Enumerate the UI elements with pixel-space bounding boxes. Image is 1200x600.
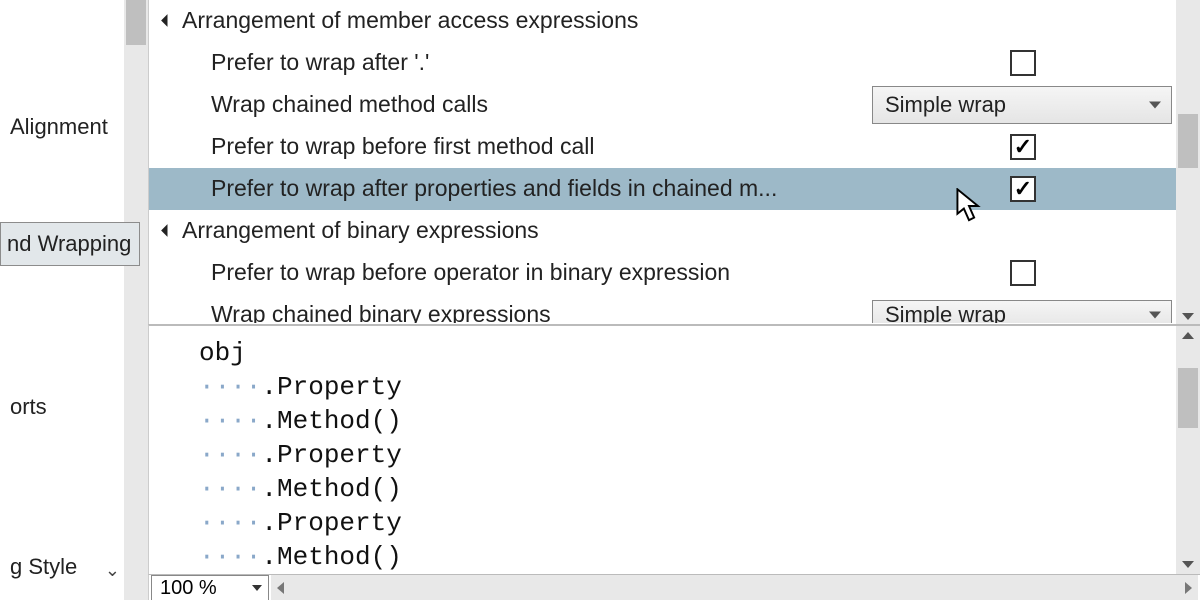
sidebar-item-wrapping[interactable]: nd Wrapping: [0, 222, 140, 266]
group-title: Arrangement of binary expressions: [182, 217, 1176, 244]
dropdown-wrap-chained-calls[interactable]: Simple wrap: [872, 86, 1172, 124]
scroll-right-icon[interactable]: [1185, 582, 1192, 594]
setting-row-wrap-after-dot[interactable]: Prefer to wrap after '.': [149, 42, 1176, 84]
setting-label: Prefer to wrap before operator in binary…: [211, 259, 1010, 286]
chevron-down-icon: [252, 585, 262, 591]
checkbox-wrap-before-operator[interactable]: [1010, 260, 1036, 286]
chevron-down-icon: [1149, 101, 1161, 108]
setting-label: Wrap chained method calls: [211, 91, 872, 118]
sidebar-item-label: g Style: [10, 554, 77, 579]
expand-icon: [161, 14, 174, 27]
setting-label: Prefer to wrap after properties and fiel…: [211, 175, 1010, 202]
setting-label: Prefer to wrap before first method call: [211, 133, 1010, 160]
scroll-down-icon[interactable]: [1182, 561, 1194, 568]
sidebar-item-label: orts: [10, 394, 47, 419]
sidebar-item-orts[interactable]: orts: [0, 388, 57, 426]
preview-panel: obj ····.Property ····.Method() ····.Pro…: [148, 324, 1200, 574]
expand-icon: [161, 224, 174, 237]
checkbox-wrap-after-properties[interactable]: [1010, 176, 1036, 202]
bottom-bar: 100 %: [148, 574, 1200, 600]
dropdown-value: Simple wrap: [885, 92, 1006, 118]
sidebar-item-gstyle[interactable]: g Style: [0, 548, 87, 586]
setting-label: Prefer to wrap after '.': [211, 49, 1010, 76]
chevron-down-icon: [1149, 311, 1161, 318]
scroll-down-icon[interactable]: [1182, 313, 1194, 320]
setting-row-wrap-before-operator[interactable]: Prefer to wrap before operator in binary…: [149, 252, 1176, 294]
checkbox-wrap-after-dot[interactable]: [1010, 50, 1036, 76]
dropdown-wrap-chained-binary[interactable]: Simple wrap: [872, 300, 1172, 325]
sidebar-item-label: Alignment: [10, 114, 108, 139]
code-preview: obj ····.Property ····.Method() ····.Pro…: [149, 326, 1176, 574]
zoom-value: 100 %: [160, 577, 217, 600]
group-title: Arrangement of member access expressions: [182, 7, 1176, 34]
zoom-dropdown[interactable]: 100 %: [151, 575, 269, 600]
sidebar-scrollbar-thumb[interactable]: [126, 0, 146, 45]
preview-scrollbar-thumb[interactable]: [1178, 368, 1198, 428]
settings-list: Arrangement of member access expressions…: [149, 0, 1176, 324]
preview-scrollbar[interactable]: [1176, 326, 1200, 574]
sidebar: Alignment nd Wrapping orts g Style ⌄: [0, 0, 148, 600]
settings-scrollbar-thumb[interactable]: [1178, 114, 1198, 168]
settings-scrollbar[interactable]: [1176, 0, 1200, 324]
sidebar-item-alignment[interactable]: Alignment: [0, 108, 118, 146]
setting-label: Wrap chained binary expressions: [211, 301, 872, 324]
sidebar-scrollbar[interactable]: [124, 0, 148, 600]
horizontal-scrollbar[interactable]: [271, 575, 1198, 600]
group-header-member-access[interactable]: Arrangement of member access expressions: [149, 0, 1176, 42]
group-header-binary-expr[interactable]: Arrangement of binary expressions: [149, 210, 1176, 252]
setting-row-wrap-before-first-call[interactable]: Prefer to wrap before first method call: [149, 126, 1176, 168]
setting-row-wrap-chained-binary[interactable]: Wrap chained binary expressions Simple w…: [149, 294, 1176, 324]
scroll-up-icon[interactable]: [1182, 332, 1194, 339]
setting-row-wrap-chained-calls[interactable]: Wrap chained method calls Simple wrap: [149, 84, 1176, 126]
scroll-left-icon[interactable]: [277, 582, 284, 594]
sidebar-item-label: nd Wrapping: [7, 231, 131, 256]
main: Arrangement of member access expressions…: [148, 0, 1200, 600]
settings-panel: Arrangement of member access expressions…: [148, 0, 1200, 324]
chevron-down-icon[interactable]: ⌄: [105, 560, 120, 581]
checkbox-wrap-before-first-call[interactable]: [1010, 134, 1036, 160]
setting-row-wrap-after-properties[interactable]: Prefer to wrap after properties and fiel…: [149, 168, 1176, 210]
dropdown-value: Simple wrap: [885, 302, 1006, 325]
